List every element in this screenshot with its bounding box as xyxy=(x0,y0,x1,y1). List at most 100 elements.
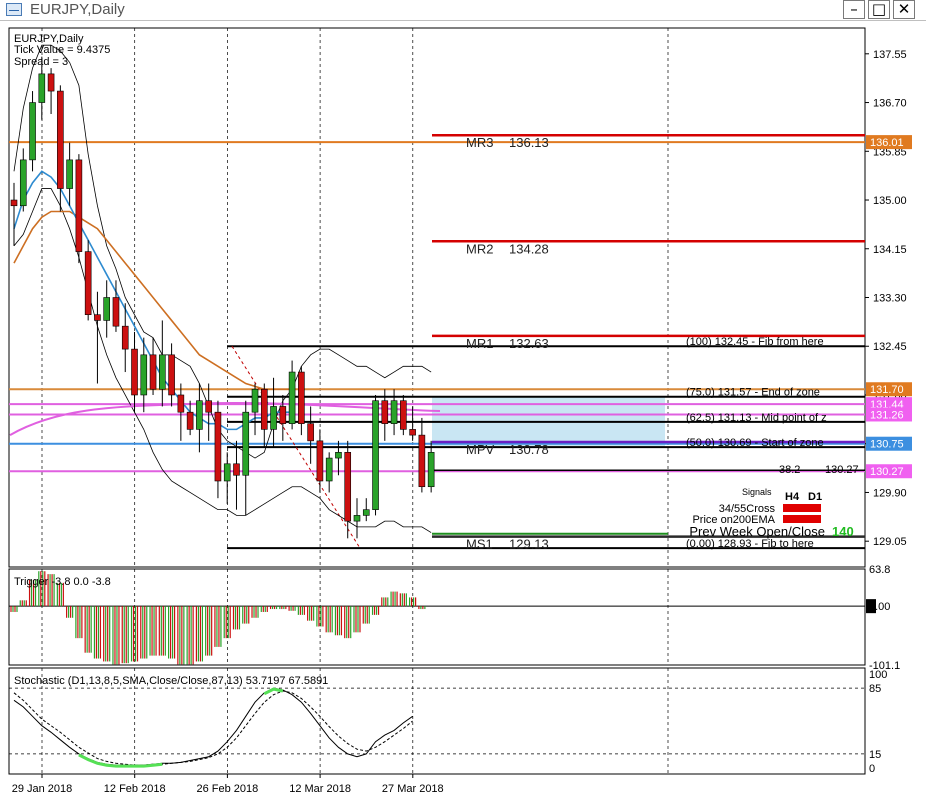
candle-body xyxy=(307,423,314,442)
candle-body xyxy=(233,463,240,476)
chart-area[interactable]: MR3 136.13 MR2 134.28 MR1 132.63 MPV 130.78 MS1 1… xyxy=(0,20,926,807)
candle-body xyxy=(362,509,370,516)
window-title: EURJPY,Daily xyxy=(30,1,125,18)
stochastic-axis-label: 85 xyxy=(869,683,881,695)
tick-value-label: Tick Value = 9.4375 xyxy=(14,44,110,56)
price-axis-label: 129.90 xyxy=(873,487,907,499)
candle-body xyxy=(409,429,416,436)
candle-body xyxy=(335,452,342,459)
pivot-level-value: 132.63 xyxy=(509,336,549,351)
candle-body xyxy=(94,314,101,321)
pivot-level-label: MR2 xyxy=(466,241,493,256)
candle-body xyxy=(10,199,18,207)
price-axis-label: 134.15 xyxy=(873,244,907,256)
signal-cross-box xyxy=(783,504,821,512)
candle-body xyxy=(29,102,36,161)
price-axis-label: 132.45 xyxy=(873,341,907,353)
candle-body xyxy=(131,348,138,396)
stochastic-axis-label: 15 xyxy=(869,749,881,761)
price-tag-label: 131.70 xyxy=(870,384,904,396)
candle-body xyxy=(103,297,110,321)
candle-body xyxy=(372,400,379,510)
candle-body xyxy=(223,463,231,482)
candle-body xyxy=(298,371,305,424)
candle-body xyxy=(242,411,250,476)
candle-body xyxy=(344,452,352,522)
candle-body xyxy=(177,394,185,413)
stochastic-title: Stochastic (D1,13,8,5,SMA,Close/Close,87… xyxy=(14,675,328,687)
prev-week-value: 140 xyxy=(832,524,854,539)
price-tag-label: 130.75 xyxy=(870,439,904,451)
candle-body xyxy=(47,73,55,92)
date-axis-label: 12 Mar 2018 xyxy=(289,783,351,795)
pivot-level-value: 130.78 xyxy=(509,442,549,457)
price-axis-label: 135.00 xyxy=(873,195,907,207)
candle-body xyxy=(353,515,361,522)
pivot-level-label: MPV xyxy=(466,442,495,457)
candle-body xyxy=(196,400,203,430)
price-axis-label: 136.70 xyxy=(873,98,907,110)
candle-body xyxy=(57,90,64,189)
price-axis-label: 133.30 xyxy=(873,293,907,305)
candle-body xyxy=(38,73,46,103)
price-tag-label: 131.26 xyxy=(870,409,904,421)
signal-ema-box xyxy=(783,515,821,523)
candle-body xyxy=(390,400,398,424)
candle-body xyxy=(66,159,73,189)
trigger-axis-label: 63.8 xyxy=(869,564,890,576)
signals-col-d1: D1 xyxy=(808,491,822,503)
fib-level-label: (0.00) 128.93 - Fib to here xyxy=(686,538,814,550)
trigger-title: Trigger -3.8 0.0 -3.8 xyxy=(14,576,111,588)
candle-body xyxy=(381,400,389,424)
fib-382-value: 130.27 xyxy=(825,464,859,476)
stochastic-axis-label: 0 xyxy=(869,763,875,775)
fib-level-label: (75.0) 131.57 - End of zone xyxy=(686,387,820,399)
prev-week-label: Prev Week Open/Close xyxy=(689,524,825,539)
price-tag-label: 130.27 xyxy=(870,466,904,478)
fib-level-label: (50.0) 130.69 - Start of zone xyxy=(686,437,824,449)
date-axis-label: 29 Jan 2018 xyxy=(12,783,73,795)
minimize-button[interactable]: – xyxy=(843,0,865,19)
candle-body xyxy=(186,411,194,430)
candle-body xyxy=(400,400,407,430)
chart-window-icon xyxy=(6,3,22,16)
date-axis-label: 12 Feb 2018 xyxy=(104,783,166,795)
chart-canvas: MR3 136.13 MR2 134.28 MR1 132.63 MPV 130.78 MS1 1… xyxy=(8,27,912,795)
candle-body xyxy=(279,406,287,424)
candle-body xyxy=(168,354,175,396)
candle-body xyxy=(84,251,92,316)
pivot-level-value: 136.13 xyxy=(509,135,549,150)
pivot-level-label: MR3 xyxy=(466,135,493,150)
spread-label: Spread = 3 xyxy=(14,56,68,68)
signals-title: Signals xyxy=(742,487,772,497)
price-axis-label: 137.55 xyxy=(873,49,907,61)
fib-level-label: (62.5) 131.13 - Mid point of z xyxy=(686,412,827,424)
candle-body xyxy=(121,325,129,350)
chart-window: EURJPY,Daily – □ ✕ MR3 136.13 MR2 134.28 MR1… xyxy=(0,0,926,807)
candle-body xyxy=(418,434,426,488)
close-button[interactable]: ✕ xyxy=(893,0,915,19)
pivot-level-value: 134.28 xyxy=(509,241,549,256)
restore-button[interactable]: □ xyxy=(868,0,890,19)
price-axis-label: 129.05 xyxy=(873,536,907,548)
date-axis-label: 26 Feb 2018 xyxy=(197,783,259,795)
candle-body xyxy=(19,159,27,207)
date-axis-label: 27 Mar 2018 xyxy=(382,783,444,795)
candle-body xyxy=(316,440,324,482)
pivot-level-label: MR1 xyxy=(466,336,493,351)
candle-body xyxy=(112,297,120,327)
candle-body xyxy=(75,159,83,252)
candle-body xyxy=(149,354,157,390)
price-tag-label: 136.01 xyxy=(870,137,904,149)
candle-body xyxy=(214,411,222,482)
candle-body xyxy=(325,457,333,482)
pivot-level-value: 129.13 xyxy=(509,537,549,552)
candle-body xyxy=(288,371,296,424)
candle-body xyxy=(205,400,212,413)
candle-body xyxy=(260,388,268,430)
fib-level-label: (100) 132.45 - Fib from here xyxy=(686,336,824,348)
trigger-axis-label: 0.00 xyxy=(869,601,890,613)
candle-body xyxy=(140,354,148,396)
pivot-level-label: MS1 xyxy=(466,537,493,552)
window-title-bar[interactable]: EURJPY,Daily – □ ✕ xyxy=(0,0,926,21)
